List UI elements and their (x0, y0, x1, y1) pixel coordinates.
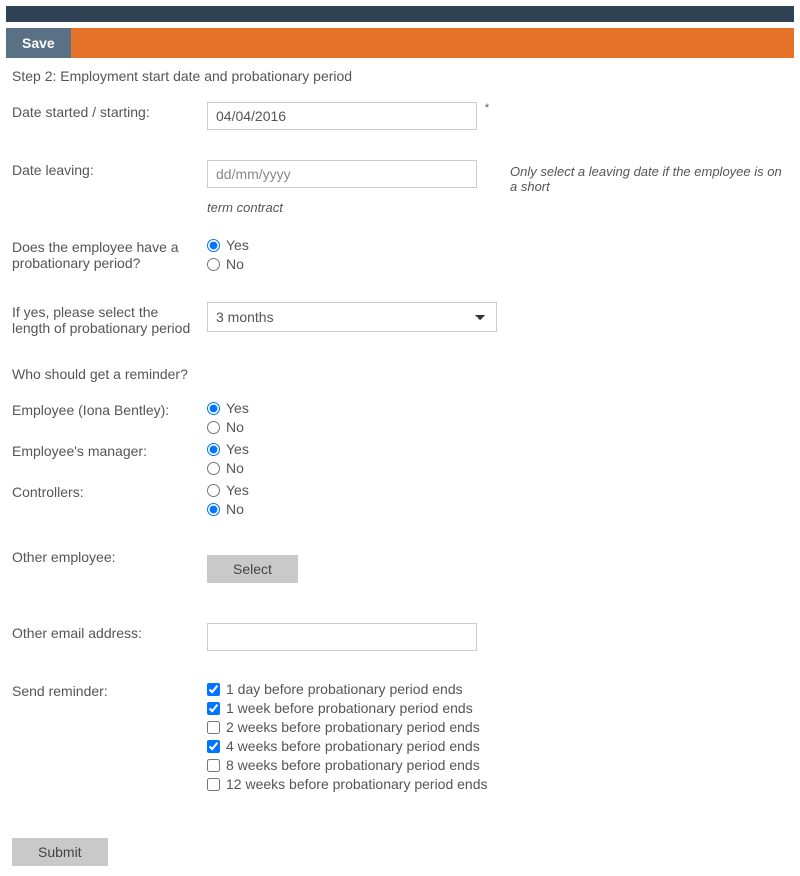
reminder-check-label: 1 week before probationary period ends (226, 700, 473, 716)
reminder-employee-yes-radio[interactable] (207, 402, 220, 415)
row-send-reminder: Send reminder: 1 day before probationary… (12, 681, 788, 792)
reminder-controllers-no[interactable]: No (207, 501, 502, 517)
row-other-employee: Other employee: Select (12, 547, 788, 583)
reminder-check-label: 12 weeks before probationary period ends (226, 776, 488, 792)
probation-yes-label: Yes (226, 237, 249, 253)
label-date-leaving: Date leaving: (12, 160, 207, 178)
probation-no[interactable]: No (207, 256, 502, 272)
reminder-checkbox[interactable] (207, 759, 220, 772)
reminder-controllers-no-radio[interactable] (207, 503, 220, 516)
reminder-check-item[interactable]: 4 weeks before probationary period ends (207, 738, 788, 754)
date-leaving-input[interactable] (207, 160, 477, 188)
label-reminder-controllers: Controllers: (12, 482, 207, 500)
reminder-check-label: 8 weeks before probationary period ends (226, 757, 480, 773)
label-reminder-employee: Employee (Iona Bentley): (12, 400, 207, 418)
reminder-check-label: 1 day before probationary period ends (226, 681, 463, 697)
row-probation-length: If yes, please select the length of prob… (12, 302, 788, 336)
probation-no-label: No (226, 256, 244, 272)
reminder-manager-yes[interactable]: Yes (207, 441, 502, 457)
label-reminder-manager: Employee's manager: (12, 441, 207, 459)
reminder-controllers-yes-radio[interactable] (207, 484, 220, 497)
probation-no-radio[interactable] (207, 258, 220, 271)
label-other-employee: Other employee: (12, 547, 207, 565)
row-reminder-employee: Employee (Iona Bentley): Yes No (12, 400, 788, 435)
date-leaving-hint-inline: Only select a leaving date if the employ… (502, 160, 788, 194)
reminder-check-item[interactable]: 1 week before probationary period ends (207, 700, 788, 716)
reminder-checkbox[interactable] (207, 740, 220, 753)
row-date-started: Date started / starting: * (12, 102, 788, 130)
form-content: Step 2: Employment start date and probat… (0, 58, 800, 808)
reminder-employee-no-radio[interactable] (207, 421, 220, 434)
select-other-employee-button[interactable]: Select (207, 555, 298, 583)
row-reminder-manager: Employee's manager: Yes No (12, 441, 788, 476)
date-started-input[interactable] (207, 102, 477, 130)
save-button[interactable]: Save (6, 28, 71, 58)
reminder-manager-yes-radio[interactable] (207, 443, 220, 456)
reminder-manager-no-radio[interactable] (207, 462, 220, 475)
reminder-checkbox[interactable] (207, 721, 220, 734)
row-probation-has: Does the employee have a probationary pe… (12, 237, 788, 272)
label-send-reminder: Send reminder: (12, 681, 207, 699)
reminder-controllers-yes[interactable]: Yes (207, 482, 502, 498)
reminder-who-heading: Who should get a reminder? (12, 366, 788, 382)
reminder-check-label: 2 weeks before probationary period ends (226, 719, 480, 735)
reminder-checkbox[interactable] (207, 702, 220, 715)
reminder-checkbox[interactable] (207, 683, 220, 696)
top-bar (6, 6, 794, 22)
label-other-email: Other email address: (12, 623, 207, 641)
reminder-check-item[interactable]: 2 weeks before probationary period ends (207, 719, 788, 735)
label-probation-has: Does the employee have a probationary pe… (12, 237, 207, 271)
reminder-check-list: 1 day before probationary period ends 1 w… (207, 681, 788, 792)
action-bar: Save (6, 28, 794, 58)
submit-button[interactable]: Submit (12, 838, 108, 866)
probation-yes[interactable]: Yes (207, 237, 502, 253)
reminder-check-item[interactable]: 8 weeks before probationary period ends (207, 757, 788, 773)
reminder-manager-no[interactable]: No (207, 460, 502, 476)
reminder-checkbox[interactable] (207, 778, 220, 791)
reminder-employee-no[interactable]: No (207, 419, 502, 435)
reminder-check-label: 4 weeks before probationary period ends (226, 738, 480, 754)
step-heading: Step 2: Employment start date and probat… (12, 68, 788, 84)
reminder-employee-yes[interactable]: Yes (207, 400, 502, 416)
required-mark: * (481, 102, 489, 114)
row-reminder-controllers: Controllers: Yes No (12, 482, 788, 517)
label-date-started: Date started / starting: (12, 102, 207, 120)
reminder-check-item[interactable]: 1 day before probationary period ends (207, 681, 788, 697)
row-other-email: Other email address: (12, 623, 788, 651)
label-probation-length: If yes, please select the length of prob… (12, 302, 207, 336)
probation-length-select[interactable]: 3 months (207, 302, 497, 332)
other-email-input[interactable] (207, 623, 477, 651)
probation-yes-radio[interactable] (207, 239, 220, 252)
reminder-check-item[interactable]: 12 weeks before probationary period ends (207, 776, 788, 792)
date-leaving-hint-under: term contract (207, 200, 788, 215)
row-date-leaving: Date leaving: Only select a leaving date… (12, 160, 788, 194)
